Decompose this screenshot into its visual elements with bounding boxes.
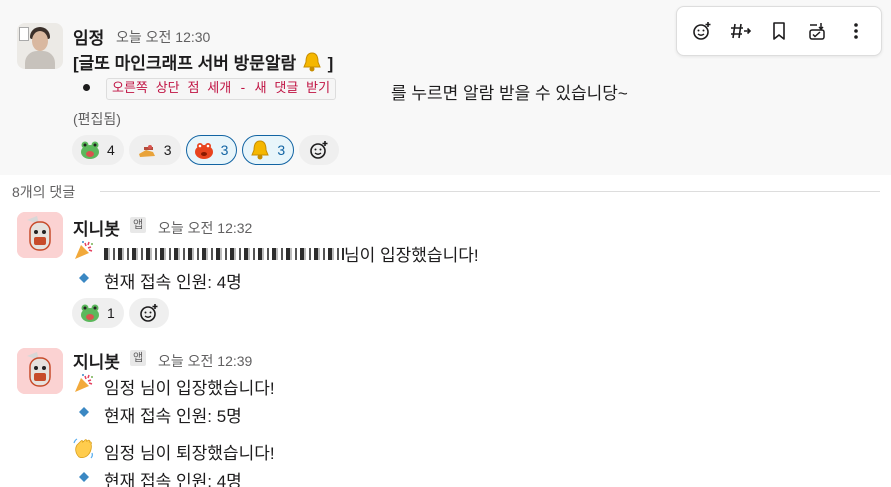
party-popper-icon: [75, 374, 93, 392]
bot-avatar[interactable]: [17, 348, 63, 394]
reaction-frog[interactable]: 1: [72, 298, 124, 328]
reaction-count: 3: [277, 142, 286, 158]
message-title: [글또 마인크래프 서버 방문알람 ]: [73, 49, 333, 74]
reaction-count: 1: [107, 305, 115, 321]
message-body: 를 누르면 알람 받을 수 있습니당~: [391, 84, 628, 103]
reaction-bar: 1: [72, 298, 169, 328]
reaction-bar: 4 3 3 3: [72, 135, 340, 165]
add-reaction-icon: [139, 304, 158, 322]
message-time[interactable]: 오늘 오전 12:39: [158, 351, 252, 371]
join-message: 님이 입장했습니다!: [104, 241, 479, 266]
inline-code: 오른쪽 상단 점 세개 - 새 댓글 받기: [106, 78, 337, 100]
add-reaction-button[interactable]: [299, 135, 340, 165]
message-time[interactable]: 오늘 오전 12:32: [158, 218, 252, 238]
bot-avatar[interactable]: [17, 212, 63, 258]
online-count: 현재 접속 인원: 4명: [104, 273, 242, 292]
bot-avatar-image: [17, 348, 63, 394]
redacted-username: [104, 248, 344, 260]
bell-icon: [303, 52, 321, 72]
waving-hand-icon: [73, 438, 93, 459]
add-reaction-button[interactable]: [686, 15, 718, 47]
forward-to-channel-icon: [730, 23, 751, 39]
author-name[interactable]: 지니봇: [73, 348, 120, 373]
frog-icon: [81, 141, 99, 159]
author-name[interactable]: 임정: [73, 24, 104, 49]
reaction-pickaxe[interactable]: 3: [128, 135, 181, 165]
more-icon: [853, 23, 858, 39]
pickaxe-icon: [138, 145, 155, 157]
online-count: 현재 접속 인원: 4명: [104, 472, 242, 487]
add-reaction-icon: [693, 22, 711, 40]
more-actions-button[interactable]: [840, 15, 872, 47]
message-actions-toolbar: [676, 6, 882, 56]
reaction-frog[interactable]: 4: [72, 135, 124, 165]
reaction-creature[interactable]: 3: [185, 135, 238, 165]
bot-avatar-image: [17, 212, 63, 258]
message-title-end: ]: [327, 54, 334, 73]
reaction-count: 3: [220, 142, 229, 158]
creature-icon: [194, 143, 213, 159]
blue-diamond-icon: [79, 472, 89, 482]
forward-to-channel-button[interactable]: [725, 15, 757, 47]
reply-count: 8개의 댓글: [12, 184, 76, 200]
reply-checklist-button[interactable]: [801, 15, 833, 47]
blue-diamond-icon: [79, 407, 89, 417]
thread-divider: [100, 191, 880, 192]
app-badge: 앱: [130, 350, 147, 366]
add-reaction-icon: [310, 141, 328, 159]
message-time[interactable]: 오늘 오전 12:30: [116, 27, 210, 47]
join-message: 임정 님이 입장했습니다!: [104, 379, 275, 398]
join-message-text: 님이 입장했습니다!: [344, 246, 479, 265]
frog-icon: [81, 304, 99, 322]
bookmark-button[interactable]: [763, 15, 795, 47]
avatar-frame: [19, 27, 29, 41]
app-badge: 앱: [130, 217, 147, 233]
avatar-face: [32, 31, 48, 51]
list-bullet: [83, 84, 90, 91]
message-title-text: [글또 마인크래프 서버 방문알람: [73, 54, 297, 73]
user-avatar[interactable]: [17, 23, 63, 69]
bell-icon: [251, 140, 270, 160]
edited-label: (편집됨): [73, 111, 121, 127]
reaction-count: 4: [107, 142, 115, 158]
reaction-bell[interactable]: 3: [242, 135, 295, 165]
reply-checklist-icon: [809, 23, 826, 40]
party-popper-icon: [75, 241, 93, 259]
avatar-body: [25, 51, 55, 69]
author-name[interactable]: 지니봇: [73, 215, 120, 240]
add-reaction-button[interactable]: [128, 298, 169, 328]
leave-message: 임정 님이 퇴장했습니다!: [104, 444, 275, 463]
reaction-count: 3: [163, 142, 172, 158]
bookmark-icon: [773, 22, 785, 40]
online-count: 현재 접속 인원: 5명: [104, 407, 242, 426]
blue-diamond-icon: [79, 273, 89, 283]
